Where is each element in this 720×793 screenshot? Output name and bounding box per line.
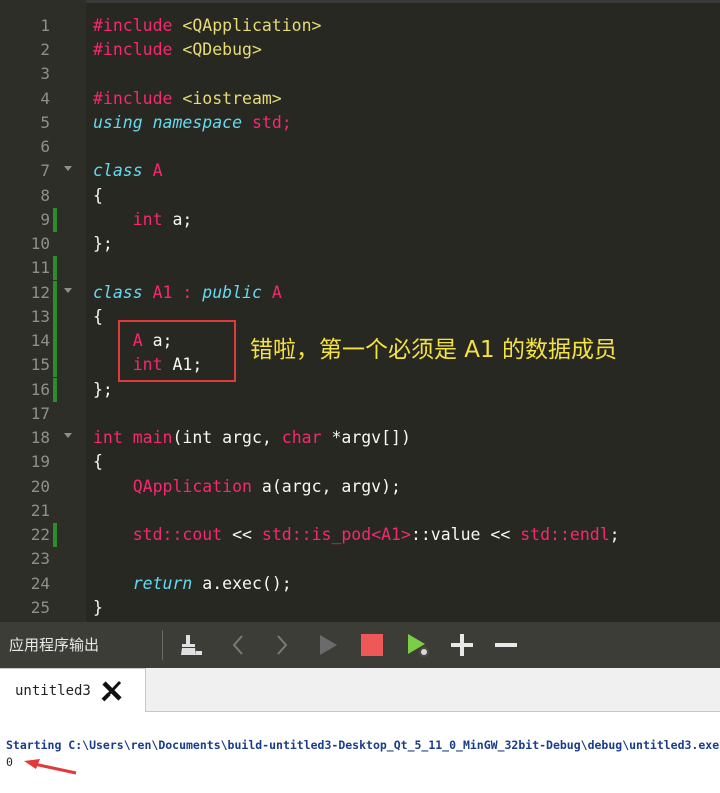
code-line[interactable]: 10 }; [0, 232, 720, 256]
line-number: 4 [40, 89, 50, 108]
change-marker [53, 208, 57, 233]
code-line[interactable]: 11 [0, 256, 720, 281]
line-number: 24 [30, 574, 50, 593]
output-console[interactable]: Starting C:\Users\ren\Documents\build-un… [0, 712, 720, 793]
fold-arrow-icon[interactable] [64, 166, 72, 171]
line-number: 6 [40, 137, 50, 156]
debug-run-icon[interactable] [402, 622, 434, 668]
code-line[interactable]: 4 #include <iostream> [0, 87, 720, 111]
line-number: 16 [30, 380, 50, 399]
code-text: return a.exec(); [132, 574, 292, 593]
code-line[interactable]: 8 { [0, 184, 720, 208]
code-text: { [93, 452, 103, 471]
toolbar-separator [162, 630, 163, 660]
prev-icon[interactable] [222, 622, 254, 668]
code-text: }; [93, 380, 113, 399]
code-line[interactable]: 25 } [0, 596, 720, 620]
code-text: #include <iostream> [93, 89, 282, 108]
code-text: int a; [132, 210, 193, 229]
code-text: } [93, 598, 103, 617]
close-icon[interactable] [100, 679, 124, 703]
code-line[interactable]: 9 int a; [0, 208, 720, 233]
change-marker [53, 329, 57, 354]
code-line[interactable]: 1 #include <QApplication> [0, 14, 720, 38]
output-tab-bar: untitled3 [0, 668, 720, 712]
code-text: { [93, 186, 103, 205]
change-marker [53, 378, 57, 403]
line-number: 19 [30, 452, 50, 471]
change-marker [53, 256, 57, 281]
code-editor[interactable]: 1 #include <QApplication> 2 #include <QD… [0, 0, 720, 622]
line-number: 23 [30, 549, 50, 568]
code-text: #include <QApplication> [93, 16, 322, 35]
code-text: { [93, 307, 103, 326]
line-number: 25 [30, 598, 50, 617]
line-number: 18 [30, 428, 50, 447]
clear-icon[interactable] [174, 622, 206, 668]
line-number: 7 [40, 161, 50, 180]
next-icon[interactable] [266, 622, 298, 668]
code-line[interactable]: 20 QApplication a(argc, argv); [0, 475, 720, 499]
code-text: int main(int argc, char *argv[]) [93, 428, 411, 447]
line-number: 3 [40, 64, 50, 83]
line-number: 2 [40, 40, 50, 59]
code-line[interactable]: 2 #include <QDebug> [0, 38, 720, 62]
annotation-text: 错啦，第一个必须是 A1 的数据成员 [250, 337, 617, 363]
run-icon[interactable] [312, 622, 344, 668]
fold-arrow-icon[interactable] [64, 433, 72, 438]
zoom-in-icon[interactable] [446, 622, 478, 668]
code-line[interactable]: 13 { [0, 305, 720, 330]
line-number: 10 [30, 234, 50, 253]
code-line[interactable]: 12 class A1 : public A [0, 281, 720, 306]
output-line-starting: Starting C:\Users\ren\Documents\build-un… [6, 738, 720, 752]
line-number: 20 [30, 477, 50, 496]
output-toolbar: 应用程序输出 [0, 622, 720, 668]
line-number: 15 [30, 355, 50, 374]
code-text: class A1 : public A [93, 283, 282, 302]
code-line[interactable]: 7 class A [0, 159, 720, 183]
line-number: 14 [30, 331, 50, 350]
line-number: 5 [40, 113, 50, 132]
highlight-box [118, 320, 236, 382]
stop-icon[interactable] [356, 622, 388, 668]
red-arrow-annotation [22, 756, 78, 776]
code-line[interactable]: 6 [0, 135, 720, 159]
code-text: class A [93, 161, 163, 180]
tab-label: untitled3 [15, 683, 91, 699]
change-marker [53, 523, 57, 548]
line-number: 21 [30, 501, 50, 520]
change-marker [53, 281, 57, 306]
line-number: 1 [40, 16, 50, 35]
code-line[interactable]: 16 }; [0, 378, 720, 403]
line-number: 22 [30, 525, 50, 544]
tab-untitled3[interactable]: untitled3 [0, 668, 146, 712]
code-text: QApplication a(argc, argv); [132, 477, 401, 496]
code-line[interactable]: 22 std::cout << std::is_pod<A1>::value <… [0, 523, 720, 548]
fold-arrow-icon[interactable] [64, 288, 72, 293]
line-number: 17 [30, 404, 50, 423]
output-line-result: 0 [6, 755, 13, 769]
zoom-out-icon[interactable] [490, 622, 522, 668]
code-text: }; [93, 234, 113, 253]
code-text: std::cout << std::is_pod<A1>::value << s… [132, 525, 620, 544]
code-line[interactable]: 21 [0, 499, 720, 523]
code-line[interactable]: 17 [0, 402, 720, 426]
code-line[interactable]: 23 [0, 547, 720, 571]
code-line[interactable]: 5 using namespace std; [0, 111, 720, 135]
line-number: 11 [30, 258, 50, 277]
change-marker [53, 305, 57, 330]
line-number: 8 [40, 186, 50, 205]
line-number: 12 [30, 283, 50, 302]
line-number: 13 [30, 307, 50, 326]
code-line[interactable]: 24 return a.exec(); [0, 572, 720, 596]
output-panel-title[interactable]: 应用程序输出 [9, 622, 99, 668]
change-marker [53, 353, 57, 378]
editor-top-border [0, 0, 720, 3]
code-line[interactable]: 3 [0, 62, 720, 86]
code-line[interactable]: 18 int main(int argc, char *argv[]) [0, 426, 720, 450]
line-number: 9 [40, 210, 50, 229]
code-line[interactable]: 19 { [0, 450, 720, 474]
code-text: using namespace std; [93, 113, 292, 132]
code-text: #include <QDebug> [93, 40, 262, 59]
